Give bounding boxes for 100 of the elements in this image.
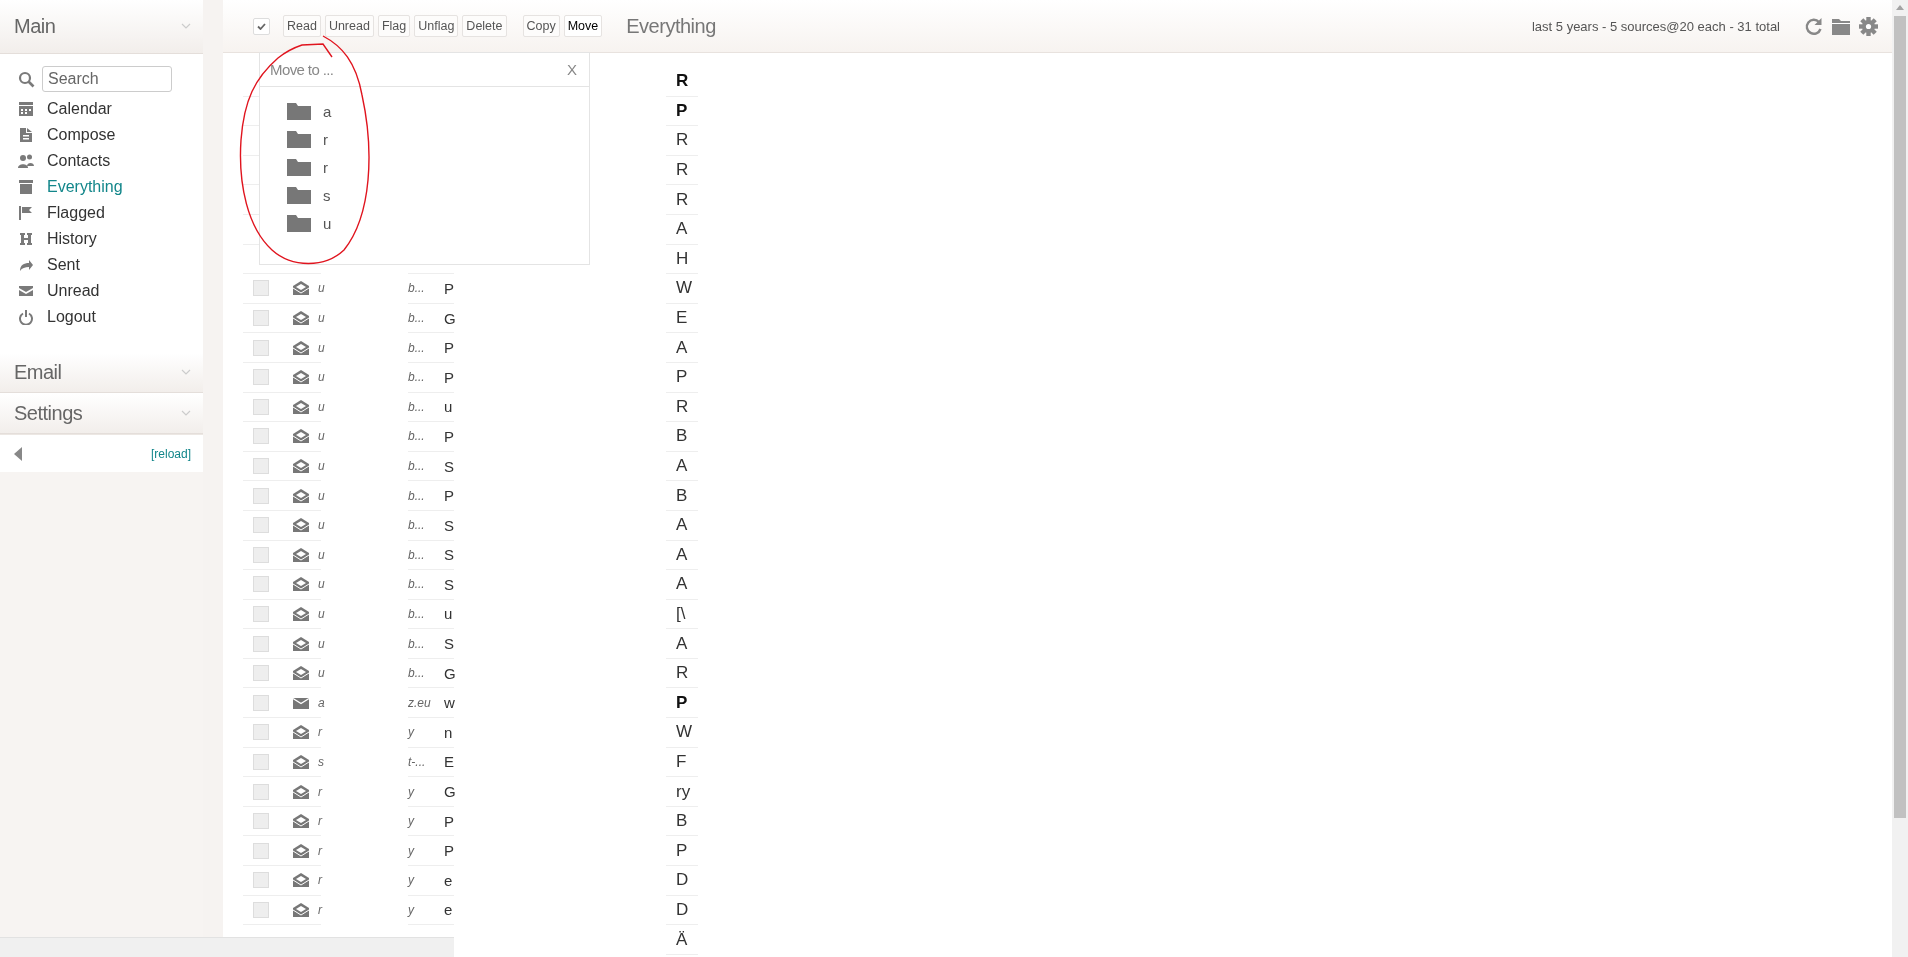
- summary-text: last 5 years - 5 sources@20 each - 31 total: [1531, 18, 1780, 34]
- sender-text: y: [408, 784, 416, 799]
- sender-text: u: [318, 340, 325, 355]
- row-checkbox[interactable]: [253, 517, 269, 534]
- row-checkbox[interactable]: [253, 310, 269, 327]
- sidebar-item[interactable]: Calendar: [18, 96, 203, 122]
- section-title[interactable]: Email: [14, 361, 62, 384]
- sender-text: b...: [408, 340, 426, 355]
- document-icon: [18, 127, 34, 143]
- row-checkbox[interactable]: [253, 369, 269, 386]
- sidebar-item[interactable]: Flagged: [18, 200, 203, 226]
- sender-text: b...: [408, 607, 426, 621]
- open-envelope-icon: [293, 429, 309, 444]
- row-checkbox[interactable]: [253, 783, 269, 800]
- section-title[interactable]: Settings: [14, 402, 83, 425]
- table-cell: A: [666, 540, 698, 571]
- toolbar-button[interactable]: Unflag: [414, 15, 459, 37]
- sidebar-item[interactable]: Unread: [18, 278, 203, 304]
- folder-item[interactable]: s: [260, 181, 589, 209]
- folder-item[interactable]: u: [260, 209, 589, 237]
- sender-text: u: [318, 281, 325, 296]
- sender-text: r: [318, 784, 322, 799]
- toolbar-button[interactable]: Read: [283, 15, 321, 37]
- folder-icon[interactable]: [1831, 17, 1851, 35]
- subject-text: P: [444, 368, 454, 386]
- scrollbar-thumb[interactable]: [1894, 16, 1906, 818]
- toolbar-button[interactable]: Delete: [462, 15, 507, 37]
- row-checkbox[interactable]: [253, 339, 269, 356]
- row-checkbox[interactable]: [253, 398, 269, 415]
- table-cell: P: [666, 362, 698, 393]
- settings-icon[interactable]: [1859, 16, 1878, 36]
- table-cell: A: [666, 629, 698, 659]
- sidebar-item[interactable]: Contacts: [18, 148, 203, 174]
- subject-text: P: [444, 427, 454, 445]
- sidebar-item[interactable]: Everything: [18, 174, 203, 200]
- toolbar-button[interactable]: Flag: [377, 15, 411, 37]
- sender-text: b...: [408, 547, 426, 562]
- people-icon: [18, 153, 34, 169]
- folder-item[interactable]: r: [260, 125, 589, 153]
- table-cell: D: [666, 895, 698, 926]
- table-cell: R: [666, 67, 698, 97]
- table-cell: P: [666, 688, 698, 719]
- folder-icon: [287, 158, 311, 176]
- sidebar-item[interactable]: Compose: [18, 122, 203, 148]
- folder-item[interactable]: r: [260, 153, 589, 181]
- refresh-icon[interactable]: [1804, 16, 1823, 36]
- sidebar-item[interactable]: Logout: [18, 304, 203, 330]
- sender-text: y: [408, 814, 416, 829]
- subject-text: e: [444, 871, 453, 889]
- subject-text: P: [444, 487, 454, 505]
- subject-text: G: [444, 783, 456, 801]
- subject-text: P: [444, 279, 454, 297]
- sender-text: b...: [408, 577, 426, 592]
- subject-text: S: [444, 635, 454, 653]
- sender-text: b...: [408, 281, 426, 296]
- sender-text: u: [318, 666, 325, 681]
- close-button[interactable]: X: [567, 61, 577, 78]
- section-title[interactable]: Main: [14, 15, 56, 38]
- toolbar-button[interactable]: Copy: [522, 15, 560, 37]
- row-checkbox[interactable]: [253, 576, 269, 593]
- row-checkbox[interactable]: [253, 546, 269, 563]
- folder-icon: [287, 130, 311, 148]
- toolbar-button[interactable]: Move: [563, 15, 603, 37]
- sidebar-item[interactable]: Sent: [18, 252, 203, 278]
- toolbar-button[interactable]: Unread: [324, 15, 374, 37]
- folder-item[interactable]: a: [260, 97, 589, 125]
- table-cell: R: [666, 126, 698, 156]
- row-checkbox[interactable]: [253, 813, 269, 830]
- table-cell: H: [666, 244, 698, 275]
- row-checkbox[interactable]: [253, 428, 269, 445]
- row-checkbox[interactable]: [253, 694, 269, 711]
- row-checkbox[interactable]: [253, 487, 269, 504]
- row-checkbox[interactable]: [253, 458, 269, 474]
- check-icon: [257, 22, 266, 30]
- sender-text: a: [318, 695, 325, 710]
- search-field[interactable]: Search: [42, 66, 172, 92]
- sender-text: y: [408, 725, 416, 740]
- table-cell: Ä: [666, 925, 698, 955]
- subject-text: G: [444, 309, 456, 327]
- row-checkbox[interactable]: [253, 872, 269, 889]
- box-icon: [18, 179, 34, 195]
- table-cell: R: [666, 658, 698, 689]
- row-checkbox[interactable]: [253, 753, 269, 770]
- row-checkbox[interactable]: [253, 901, 269, 918]
- row-checkbox[interactable]: [253, 280, 269, 297]
- open-envelope-icon: [293, 607, 309, 621]
- row-checkbox[interactable]: [253, 842, 269, 859]
- row-checkbox[interactable]: [253, 606, 269, 622]
- sender-text: b...: [408, 459, 426, 473]
- reload-link[interactable]: [reload]: [150, 446, 191, 461]
- sidebar-item[interactable]: History: [18, 226, 203, 252]
- sender-text: z.eu: [408, 695, 432, 710]
- row-checkbox[interactable]: [253, 724, 269, 741]
- sender-text: t-...: [408, 754, 427, 769]
- subject-text: E: [444, 753, 454, 771]
- select-all-button[interactable]: [253, 17, 270, 35]
- open-envelope-icon: [293, 784, 309, 799]
- row-checkbox[interactable]: [253, 665, 269, 682]
- open-envelope-icon: [293, 577, 309, 592]
- row-checkbox[interactable]: [253, 635, 269, 652]
